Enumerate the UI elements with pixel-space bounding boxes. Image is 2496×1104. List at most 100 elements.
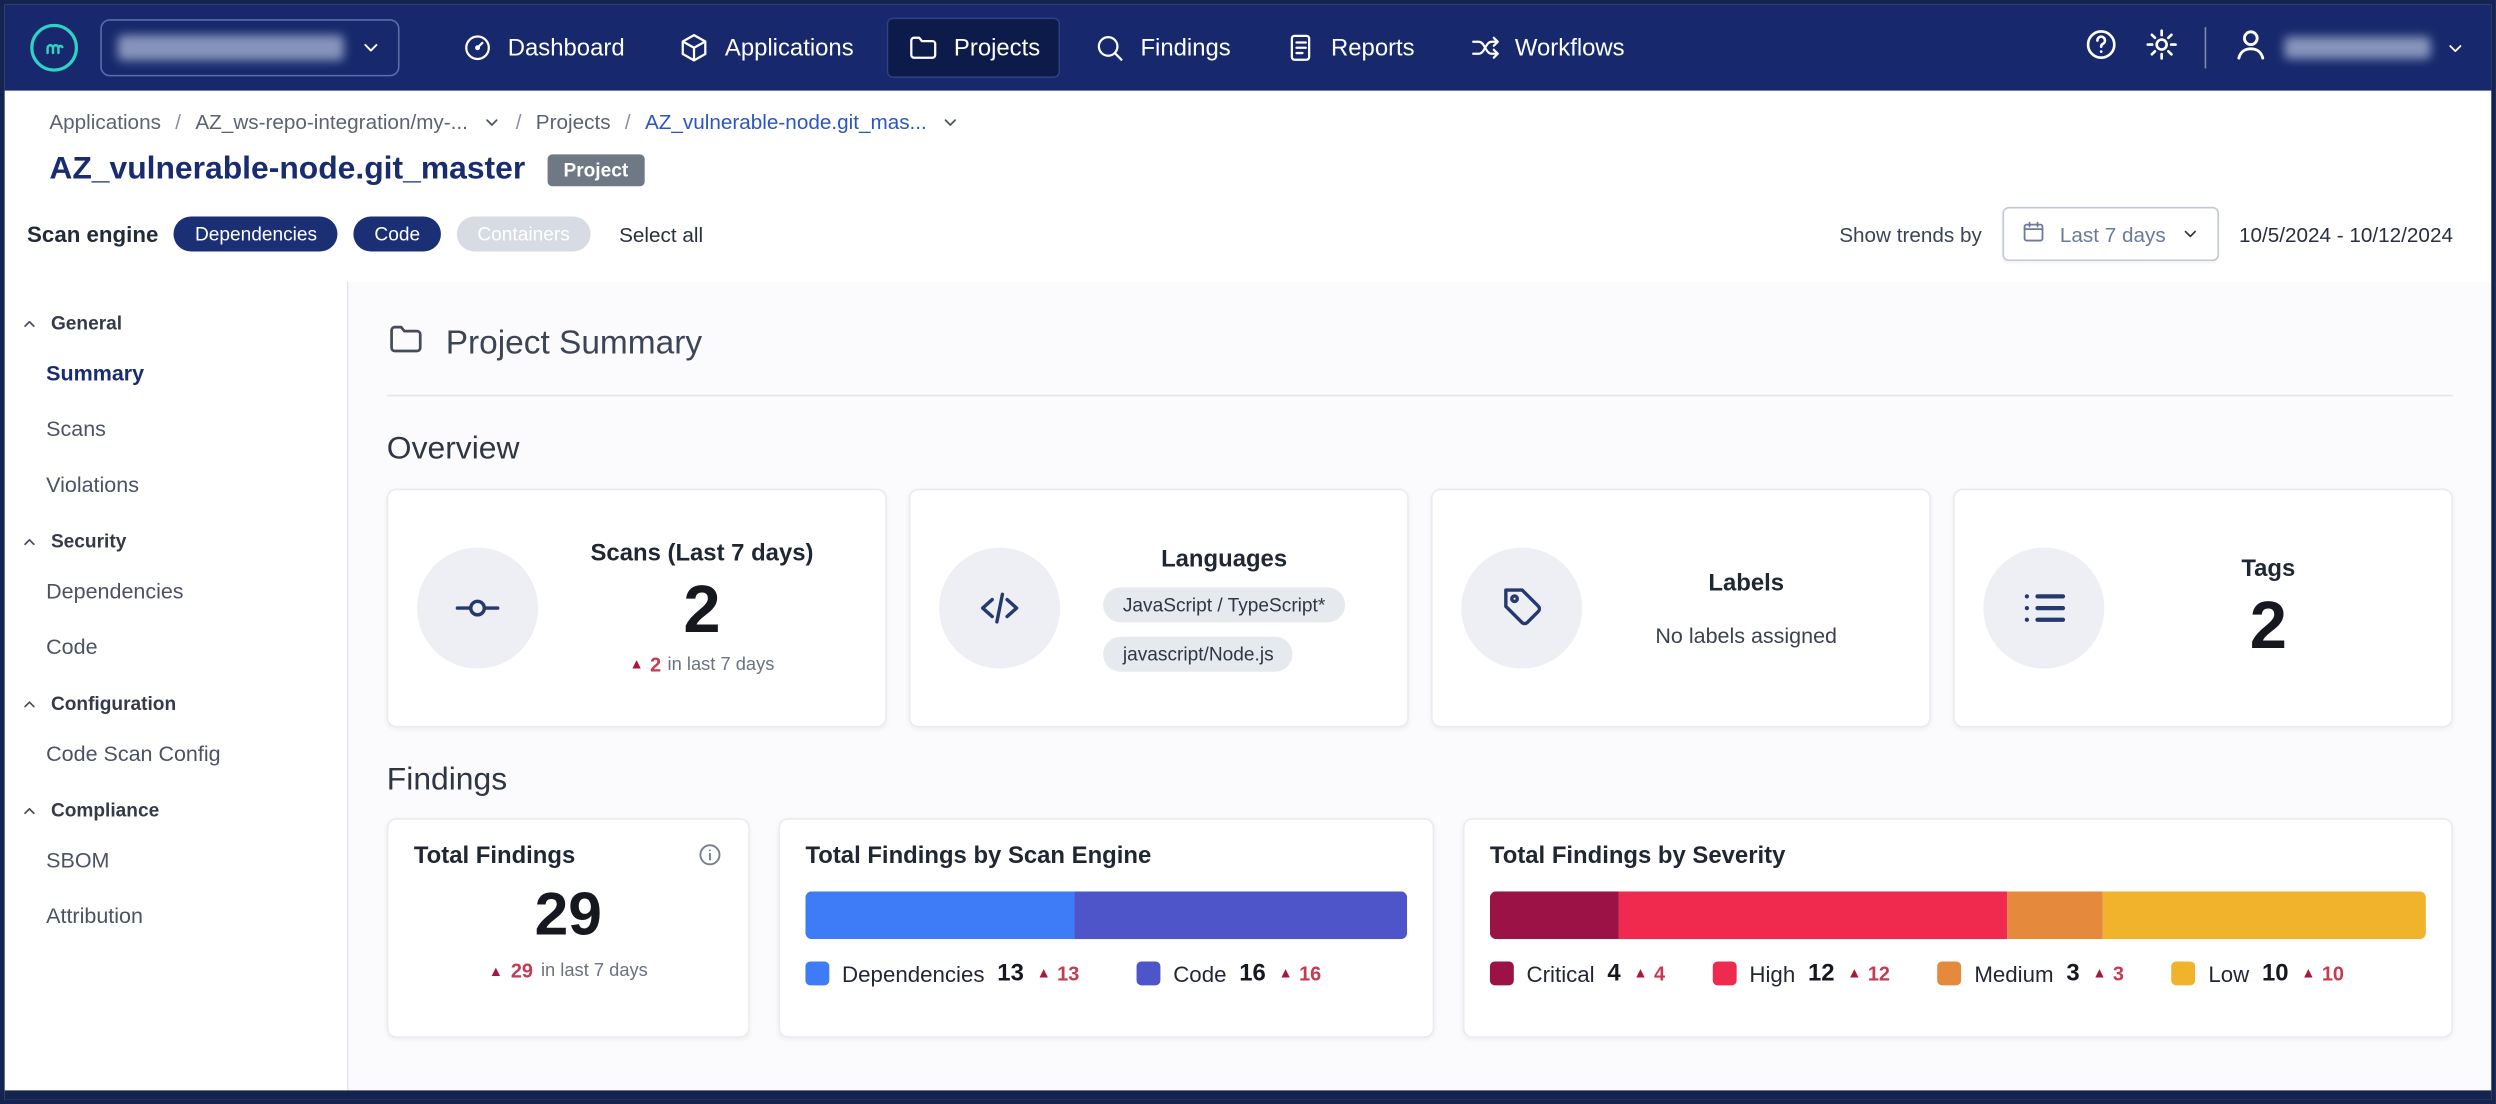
legend-trend: ▲ 10 [2301, 962, 2344, 984]
sidebar-item-attribution[interactable]: Attribution [5, 888, 347, 944]
card-title: Scans (Last 7 days) [591, 540, 814, 567]
legend-dependencies: Dependencies 13 ▲ 13 [805, 960, 1079, 987]
total-findings-trend: ▲ 29 in last 7 days [414, 960, 723, 982]
legend-swatch [1137, 961, 1161, 985]
sidebar-item-dependencies[interactable]: Dependencies [5, 563, 347, 619]
redacted-user-name [2284, 37, 2430, 59]
sidebar-section-title: Compliance [51, 799, 159, 821]
findings-cards: Total Findings 29 ▲ 29 in last 7 days To… [387, 818, 2453, 1038]
nav-item-projects[interactable]: Projects [887, 18, 1061, 78]
sidebar-item-violations[interactable]: Violations [5, 457, 347, 513]
trend-suffix: in last 7 days [668, 655, 775, 674]
legend-label: Dependencies [842, 961, 984, 986]
nav-label: Workflows [1515, 34, 1625, 61]
applications-icon [679, 32, 711, 64]
legend-value: 13 [997, 960, 1024, 987]
trends-period-dropdown[interactable]: Last 7 days [2003, 207, 2219, 261]
info-icon[interactable] [697, 842, 722, 875]
bar-segment-high[interactable] [1619, 891, 2006, 939]
label-icon [1461, 548, 1582, 669]
legend-swatch [1938, 961, 1962, 985]
sidebar-item-code-scan-config[interactable]: Code Scan Config [5, 726, 347, 782]
scale-root: Dashboard Applications Projects Findings… [0, 0, 2496, 1104]
legend-low: Low 10 ▲ 10 [2172, 960, 2344, 987]
breadcrumb-project-name[interactable]: AZ_vulnerable-node.git_mas... [645, 110, 927, 134]
scan-icon [417, 548, 538, 669]
card-title: Total Findings by Scan Engine [805, 842, 1151, 869]
card-findings-by-engine: Total Findings by Scan Engine Dependenci… [778, 818, 1434, 1038]
breadcrumb: Applications / AZ_ws-repo-integration/my… [5, 91, 2491, 140]
trend-value: 12 [1868, 962, 1890, 984]
card-title: Total Findings [414, 842, 575, 869]
bar-segment-low[interactable] [2103, 891, 2426, 939]
overview-heading: Overview [387, 431, 2453, 468]
nav-item-applications[interactable]: Applications [658, 18, 874, 78]
bar-segment-critical[interactable] [1490, 891, 1619, 939]
legend-trend: ▲ 12 [1847, 962, 1890, 984]
settings-button[interactable] [2144, 26, 2179, 69]
divider [387, 395, 2453, 397]
sidebar: General Summary Scans Violations Securit… [5, 282, 349, 1090]
trend-up-icon: ▲ [1279, 966, 1293, 980]
help-button[interactable] [2084, 26, 2119, 69]
sidebar-section-general[interactable]: General [5, 294, 347, 345]
chevron-up-icon [21, 801, 39, 819]
legend-code: Code 16 ▲ 16 [1137, 960, 1322, 987]
breadcrumb-projects[interactable]: Projects [536, 110, 611, 134]
sidebar-section-security[interactable]: Security [5, 513, 347, 564]
chevron-down-icon[interactable] [941, 112, 960, 131]
bar-segment-code[interactable] [1075, 891, 1407, 939]
pill-dependencies[interactable]: Dependencies [174, 216, 338, 251]
legend-label: Critical [1527, 961, 1595, 986]
org-selector-dropdown[interactable] [100, 19, 399, 76]
bar-segment-medium[interactable] [2007, 891, 2103, 939]
mend-logo-icon[interactable] [30, 24, 78, 72]
legend-critical: Critical 4 ▲ 4 [1490, 960, 1665, 987]
pill-code[interactable]: Code [354, 216, 441, 251]
sidebar-item-scans[interactable]: Scans [5, 401, 347, 457]
trends-date-range: 10/5/2024 - 10/12/2024 [2239, 222, 2453, 246]
nav-item-workflows[interactable]: Workflows [1448, 18, 1645, 78]
nav-item-reports[interactable]: Reports [1264, 18, 1435, 78]
card-tags: Tags 2 [1953, 489, 2453, 728]
select-all-link[interactable]: Select all [619, 222, 703, 246]
help-icon [2084, 26, 2119, 69]
breadcrumb-application-name[interactable]: AZ_ws-repo-integration/my-... [195, 110, 468, 134]
chevron-up-icon [21, 695, 39, 713]
main-panel: Project Summary Overview Scans (Last 7 d… [349, 282, 2492, 1090]
legend-label: High [1749, 961, 1795, 986]
legend-value: 3 [2066, 960, 2079, 987]
user-menu[interactable] [2232, 25, 2466, 71]
project-type-badge: Project [548, 154, 645, 186]
card-findings-by-severity: Total Findings by Severity Critical 4 [1463, 818, 2453, 1038]
sidebar-section-title: General [51, 312, 122, 334]
sidebar-item-sbom[interactable]: SBOM [5, 833, 347, 889]
findings-heading: Findings [387, 762, 2453, 799]
sidebar-section-configuration[interactable]: Configuration [5, 675, 347, 726]
nav-item-dashboard[interactable]: Dashboard [441, 18, 645, 78]
chevron-down-icon[interactable] [482, 112, 501, 131]
legend-label: Low [2208, 961, 2249, 986]
main-nav: Dashboard Applications Projects Findings… [441, 18, 1645, 78]
trend-up-icon: ▲ [1633, 966, 1647, 980]
overview-cards: Scans (Last 7 days) 2 ▲ 2 in last 7 days [387, 489, 2453, 728]
sidebar-item-summary[interactable]: Summary [5, 345, 347, 401]
top-nav-right [2084, 25, 2466, 71]
breadcrumb-separator: / [175, 110, 181, 134]
card-scans: Scans (Last 7 days) 2 ▲ 2 in last 7 days [387, 489, 887, 728]
breadcrumb-applications[interactable]: Applications [49, 110, 161, 134]
severity-bar [1490, 891, 2426, 939]
nav-item-findings[interactable]: Findings [1074, 18, 1252, 78]
calendar-icon [2022, 220, 2046, 249]
trends-period-value: Last 7 days [2060, 222, 2166, 246]
language-chip: JavaScript / TypeScript* [1104, 587, 1345, 622]
findings-icon [1094, 32, 1126, 64]
bar-segment-dependencies[interactable] [805, 891, 1075, 939]
pill-containers[interactable]: Containers [457, 216, 591, 251]
nav-label: Reports [1331, 34, 1415, 61]
scan-engine-label: Scan engine [27, 221, 158, 246]
sidebar-section-compliance[interactable]: Compliance [5, 782, 347, 833]
language-chips: JavaScript / TypeScript* javascript/Node… [1104, 587, 1345, 671]
scans-trend: ▲ 2 in last 7 days [630, 654, 775, 676]
sidebar-item-code[interactable]: Code [5, 619, 347, 675]
